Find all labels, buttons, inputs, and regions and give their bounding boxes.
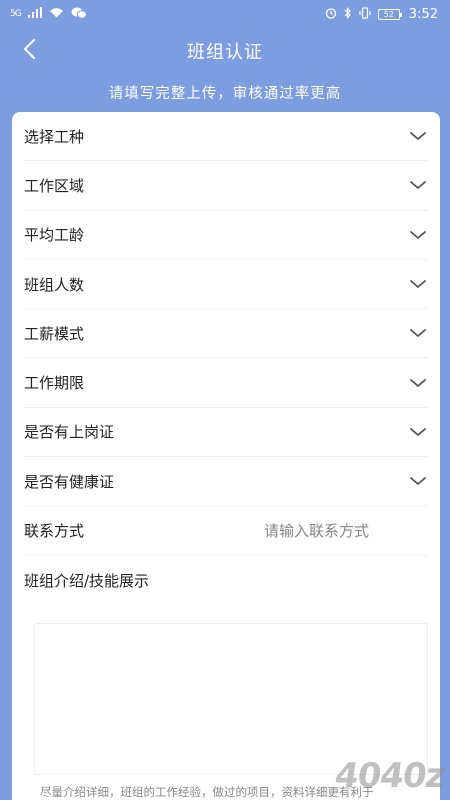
back-button[interactable] — [14, 36, 44, 66]
contact-label: 联系方式 — [24, 522, 85, 541]
select-row[interactable]: 平均工龄 — [24, 211, 428, 260]
select-row[interactable]: 工薪模式 — [24, 309, 428, 359]
chevron-down-icon[interactable] — [408, 225, 428, 245]
chevron-down-icon[interactable] — [408, 323, 428, 343]
chevron-down-icon[interactable] — [408, 175, 428, 195]
select-row-label: 班组人数 — [24, 275, 85, 294]
watermark-logo: 4040z — [331, 756, 447, 796]
select-row[interactable]: 工作期限 — [24, 358, 428, 408]
select-rows: 选择工种工作区域平均工龄班组人数工薪模式工作期限是否有上岗证 是否有健康证 — [12, 112, 440, 507]
chevron-down-icon[interactable] — [408, 126, 428, 146]
status-right: 52 3:52 — [325, 7, 438, 22]
select-row-label: 是否有健康证 — [24, 472, 115, 491]
intro-label: 班组介绍/技能展示 — [24, 571, 150, 590]
status-time: 3:52 — [408, 6, 438, 22]
wifi-icon — [49, 7, 64, 21]
select-row-label: 工作期限 — [24, 374, 85, 393]
select-row[interactable]: 是否有上岗证 — [24, 408, 428, 458]
battery-icon: 52 — [377, 8, 402, 20]
bluetooth-icon — [344, 6, 352, 22]
select-row-label: 工薪模式 — [24, 324, 85, 343]
select-row[interactable]: 是否有健康证 — [24, 457, 428, 507]
select-row-label: 工作区域 — [24, 176, 85, 195]
contact-input[interactable] — [264, 521, 414, 540]
intro-textarea[interactable] — [34, 622, 428, 775]
contact-row: 联系方式 — [24, 506, 428, 556]
back-arrow-icon — [22, 38, 36, 64]
status-bar: 5G 52 3:52 — [0, 0, 450, 28]
select-row-label: 是否有上岗证 — [24, 423, 115, 442]
vibrate-icon — [359, 6, 371, 22]
chevron-down-icon[interactable] — [408, 422, 428, 442]
form-card: 选择工种工作区域平均工龄班组人数工薪模式工作期限是否有上岗证 是否有健康证 联系方… — [12, 112, 440, 800]
select-row[interactable]: 选择工种 — [24, 112, 428, 162]
select-row-label: 选择工种 — [24, 127, 85, 146]
chevron-down-icon[interactable] — [408, 274, 428, 294]
signal-icon — [27, 7, 42, 21]
intro-row: 班组介绍/技能展示 — [24, 556, 428, 605]
select-row[interactable]: 班组人数 — [24, 260, 428, 310]
header: 班组认证 — [0, 28, 450, 74]
alarm-icon — [325, 7, 337, 22]
signal-label: 5G — [10, 9, 22, 19]
select-row[interactable]: 工作区域 — [24, 161, 428, 211]
select-row-label: 平均工龄 — [24, 226, 85, 245]
status-left: 5G — [10, 7, 87, 22]
page-subtitle: 请填写完整上传，审核通过率更高 — [108, 86, 342, 102]
chevron-down-icon[interactable] — [408, 373, 428, 393]
page-title: 班组认证 — [187, 42, 263, 63]
wechat-icon — [71, 7, 87, 22]
chevron-down-icon[interactable] — [408, 471, 428, 491]
